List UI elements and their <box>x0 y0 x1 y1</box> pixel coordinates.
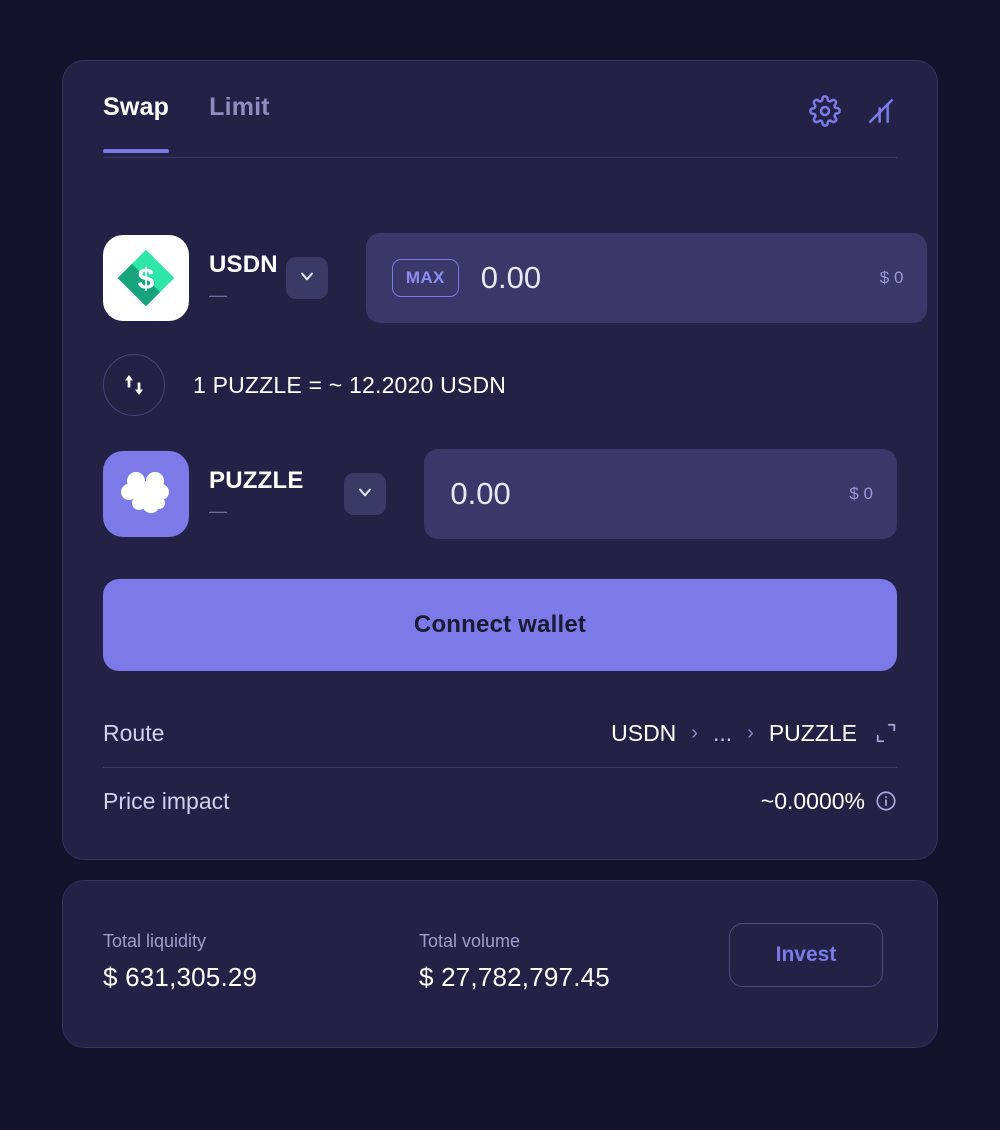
total-volume-value: $ 27,782,797.45 <box>419 962 610 992</box>
swap-direction-icon[interactable] <box>103 354 165 416</box>
to-amount-input[interactable] <box>450 476 850 512</box>
app-root: Swap Limit $ USDN — MAX 0.00 $ 0 1 PUZZL… <box>0 0 1000 1130</box>
to-token-selector[interactable]: PUZZLE — <box>103 451 336 537</box>
header-icon-group <box>809 93 897 127</box>
swap-from-row: $ USDN — MAX $ 0 <box>103 233 928 323</box>
tab-limit[interactable]: Limit <box>209 93 270 152</box>
to-token-symbol: PUZZLE <box>209 466 304 494</box>
route-value: USDN › ... › PUZZLE <box>611 720 897 747</box>
price-impact-value-group: ~0.0000% <box>761 788 897 815</box>
tab-swap-label: Swap <box>103 93 170 121</box>
total-volume-stat: Total volume $ 27,782,797.45 <box>419 931 610 993</box>
chevron-down-icon <box>355 482 375 507</box>
to-token-meta: PUZZLE — <box>209 467 304 522</box>
puzzle-token-logo <box>103 451 189 537</box>
to-amount-usd: $ 0 <box>849 484 873 503</box>
stats-card: Total liquidity $ 631,305.29 Total volum… <box>62 880 938 1048</box>
price-impact-label: Price impact <box>103 787 230 814</box>
route-separator-1: › <box>691 721 698 744</box>
from-amount-input[interactable] <box>480 260 880 296</box>
to-amount-field[interactable]: $ 0 <box>424 449 897 539</box>
route-separator-2: › <box>747 721 754 744</box>
exchange-rate-text: 1 PUZZLE = ~ 12.2020 USDN <box>193 371 507 398</box>
from-token-selector[interactable]: $ USDN — <box>103 235 278 321</box>
swap-card: Swap Limit $ USDN — MAX 0.00 $ 0 1 PUZZL… <box>62 60 938 860</box>
price-impact-value: ~0.0000% <box>760 787 865 814</box>
connect-wallet-button[interactable]: Connect wallet <box>103 579 897 671</box>
route-label: Route <box>103 719 165 746</box>
price-impact-row: Price impact ~0.0000% <box>103 767 897 835</box>
total-liquidity-stat: Total liquidity $ 631,305.29 <box>103 931 257 993</box>
usdn-token-logo: $ <box>103 235 189 321</box>
from-token-symbol: USDN <box>209 250 278 278</box>
to-token-dropdown-button[interactable] <box>344 473 387 515</box>
tab-list: Swap Limit <box>103 93 270 153</box>
chart-icon[interactable] <box>865 95 897 127</box>
total-liquidity-label: Total liquidity <box>103 931 207 951</box>
to-token-subtitle: — <box>209 500 227 521</box>
tab-limit-label: Limit <box>209 93 270 121</box>
total-liquidity-value: $ 631,305.29 <box>103 962 258 992</box>
svg-text:$: $ <box>138 263 155 296</box>
total-volume-label: Total volume <box>419 931 521 951</box>
max-button[interactable]: MAX <box>391 259 459 297</box>
route-to: PUZZLE <box>768 719 857 746</box>
route-from: USDN <box>611 719 677 746</box>
from-amount-field[interactable]: MAX $ 0 <box>365 233 928 323</box>
swap-rate-row: 1 PUZZLE = ~ 12.2020 USDN <box>103 354 506 416</box>
route-middle: ... <box>712 719 733 746</box>
chevron-down-icon <box>297 266 317 291</box>
tabs-divider <box>103 157 897 158</box>
invest-button[interactable]: Invest <box>729 923 883 987</box>
swap-to-row: PUZZLE — $ 0 <box>103 449 897 539</box>
from-token-dropdown-button[interactable] <box>285 257 328 299</box>
gear-icon[interactable] <box>809 95 841 127</box>
from-token-subtitle: — <box>209 284 227 305</box>
expand-icon[interactable] <box>875 722 897 744</box>
info-icon[interactable] <box>875 790 897 812</box>
tab-swap[interactable]: Swap <box>103 93 170 153</box>
swap-header: Swap Limit <box>103 93 897 153</box>
from-token-meta: USDN — <box>209 251 278 306</box>
route-row: Route USDN › ... › PUZZLE <box>103 699 897 767</box>
from-amount-usd: $ 0 <box>879 268 904 287</box>
